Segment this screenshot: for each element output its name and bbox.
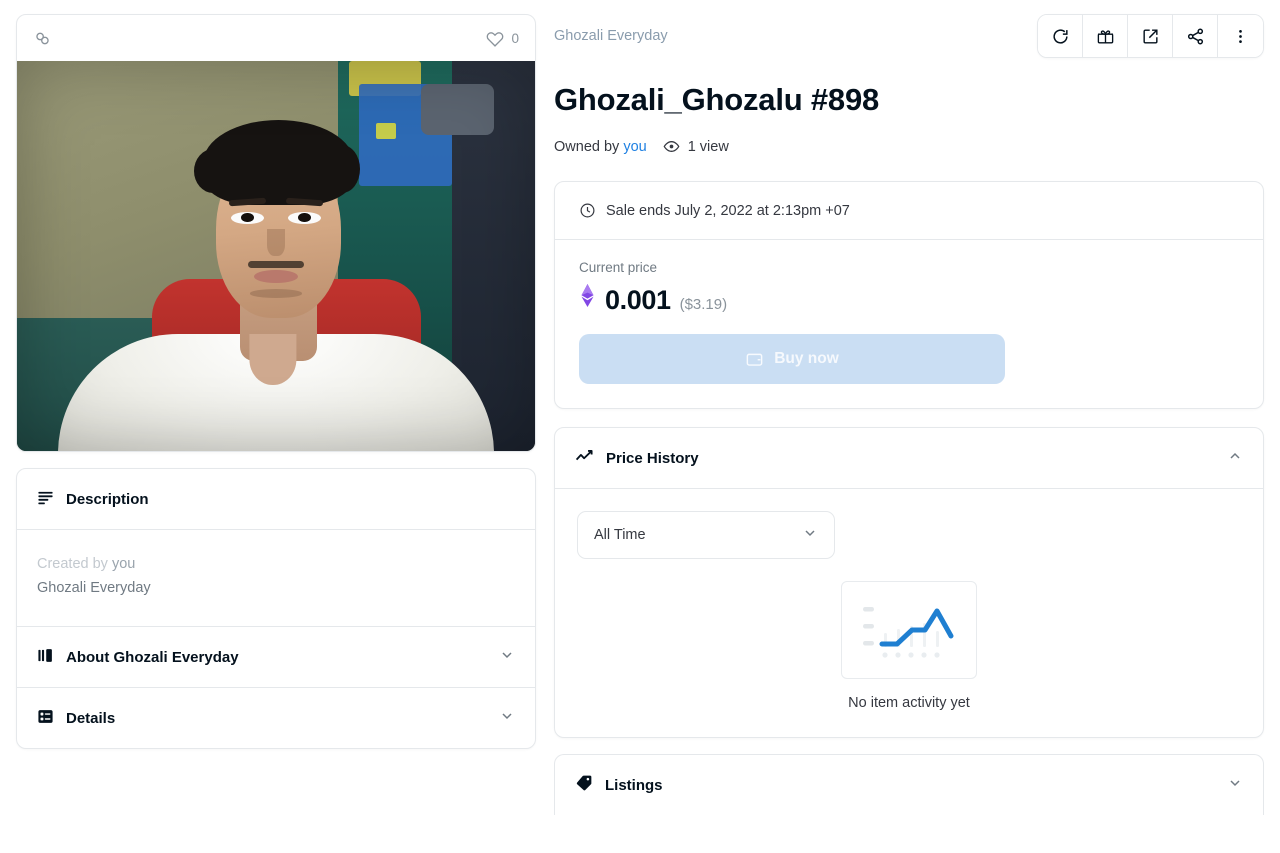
right-column: Ghozali Everyday Ghozali_Ghozalu #898 Ow…: [554, 14, 1264, 853]
about-collection-title: About Ghozali Everyday: [66, 648, 239, 666]
details-panel-title: Details: [66, 709, 116, 727]
buy-now-button[interactable]: Buy now: [579, 334, 1005, 384]
price-history-empty-text: No item activity yet: [848, 695, 970, 711]
asset-image-photo: [17, 61, 535, 451]
trend-line-icon: [575, 447, 594, 470]
current-price-label: Current price: [579, 260, 658, 275]
external-link-icon: [1142, 28, 1158, 44]
chevron-down-icon: [499, 647, 515, 667]
chevron-down-icon: [802, 525, 818, 545]
current-price-row: 0.001 ($3.19): [579, 283, 1239, 316]
price-history-header[interactable]: Price History: [555, 428, 1263, 488]
chevron-down-icon: [1227, 775, 1243, 795]
ethereum-icon: [581, 284, 594, 307]
description-panel: Description Created by you Ghozali Every…: [16, 468, 536, 749]
price-body: Current price 0.001 ($3.19) Buy now: [555, 240, 1263, 408]
buy-now-label: Buy now: [774, 350, 839, 367]
listings-title: Listings: [605, 776, 663, 794]
collection-link[interactable]: Ghozali Everyday: [554, 14, 668, 44]
description-panel-title: Description: [66, 490, 149, 508]
price-card: Sale ends July 2, 2022 at 2:13pm +07 Cur…: [554, 181, 1264, 409]
listings-card: Listings: [554, 754, 1264, 815]
gift-box-icon: [1097, 29, 1113, 44]
about-collection-panel-header[interactable]: About Ghozali Everyday: [17, 627, 535, 687]
created-by-user[interactable]: you: [112, 556, 135, 572]
refresh-metadata-button[interactable]: [1038, 15, 1083, 57]
collection-bars-icon: [37, 647, 54, 668]
open-external-button[interactable]: [1128, 15, 1173, 57]
like-count: 0: [511, 30, 519, 46]
price-usd-value: ($3.19): [679, 296, 728, 313]
description-body-text: Ghozali Everyday: [37, 580, 151, 596]
chevron-down-icon: [499, 708, 515, 728]
page-title: Ghozali_Ghozalu #898: [554, 82, 880, 117]
line-chart-empty-icon: [841, 581, 977, 679]
created-by-line: Created by you: [37, 556, 515, 572]
description-panel-body: Created by you Ghozali Everyday: [17, 529, 535, 626]
price-tag-icon: [575, 774, 593, 796]
wallet-icon: [746, 353, 763, 366]
time-range-value: All Time: [594, 527, 646, 543]
share-button[interactable]: [1173, 15, 1218, 57]
asset-media-card: 0: [16, 14, 536, 452]
owner-link[interactable]: you: [623, 139, 646, 155]
asset-action-toolbar: [1037, 14, 1264, 58]
header-row: Ghozali Everyday: [554, 14, 1264, 58]
more-options-button[interactable]: [1218, 15, 1263, 57]
price-history-empty-state: No item activity yet: [577, 581, 1241, 711]
created-by-prefix: Created by: [37, 556, 112, 572]
eye-icon: [663, 141, 680, 152]
asset-card-toolbar: 0: [17, 15, 535, 61]
vertical-dots-icon: [1239, 29, 1242, 43]
heart-icon: [487, 32, 504, 47]
owner-line: Owned by you: [554, 139, 647, 155]
left-column: 0 Description Created by you Ghozali Eve…: [16, 14, 536, 853]
price-history-body: All Time No item activity yet: [555, 488, 1263, 737]
details-panel-header[interactable]: Details: [17, 688, 535, 748]
price-eth-value: 0.001: [605, 285, 671, 315]
listings-header[interactable]: Listings: [555, 755, 1263, 815]
sale-ends-row: Sale ends July 2, 2022 at 2:13pm +07: [555, 182, 1263, 240]
bundle-button[interactable]: [1083, 15, 1128, 57]
price-history-title: Price History: [606, 449, 699, 467]
nft-asset-page: 0 Description Created by you Ghozali Eve…: [0, 0, 1280, 853]
view-count: 1 view: [663, 138, 729, 155]
like-control[interactable]: 0: [486, 29, 519, 47]
chevron-up-icon: [1227, 448, 1243, 468]
refresh-icon: [1052, 28, 1068, 44]
asset-meta-row: Owned by you 1 view: [554, 138, 1264, 155]
owned-by-prefix: Owned by: [554, 138, 624, 155]
time-range-select[interactable]: All Time: [577, 511, 835, 559]
price-history-card: Price History All Time No item activity …: [554, 427, 1264, 738]
share-icon: [1187, 28, 1203, 44]
description-panel-header[interactable]: Description: [17, 469, 535, 529]
ethereum-chain-icon[interactable]: [33, 29, 52, 48]
view-count-label: 1 view: [687, 138, 729, 155]
asset-image[interactable]: [17, 61, 535, 451]
description-lines-icon: [37, 489, 54, 510]
sale-ends-text: Sale ends July 2, 2022 at 2:13pm +07: [606, 202, 850, 219]
clock-icon: [580, 203, 595, 218]
details-grid-icon: [37, 708, 54, 729]
